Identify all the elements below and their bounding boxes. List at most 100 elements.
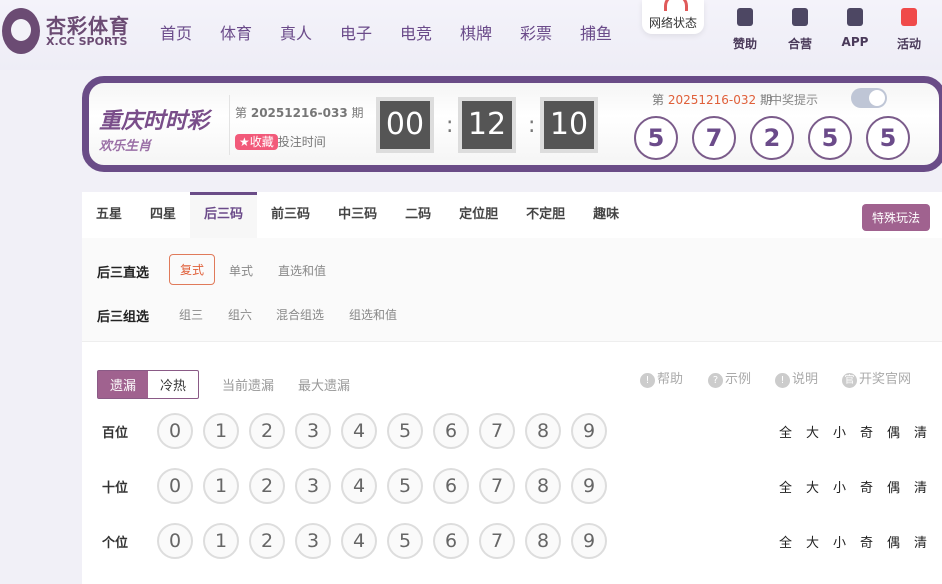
current-miss-option[interactable]: 当前遗漏 bbox=[222, 375, 274, 394]
digit-ball[interactable]: 0 bbox=[157, 413, 193, 449]
digit-ball[interactable]: 7 bbox=[479, 523, 515, 559]
tab-play[interactable]: 四星 bbox=[136, 192, 190, 238]
result-ball: 7 bbox=[692, 116, 736, 160]
info-icon: 官 bbox=[842, 373, 857, 388]
subplay-label: 后三组选 bbox=[97, 310, 150, 325]
digit-ball[interactable]: 8 bbox=[525, 468, 561, 504]
quick-select-1[interactable]: 大 bbox=[806, 422, 819, 441]
digit-ball[interactable]: 9 bbox=[571, 468, 607, 504]
info-icon: ? bbox=[708, 373, 723, 388]
digit-ball[interactable]: 8 bbox=[525, 523, 561, 559]
digit-ball[interactable]: 0 bbox=[157, 523, 193, 559]
countdown-seconds: 10 bbox=[540, 97, 598, 153]
help-link[interactable]: ! 说明 bbox=[775, 368, 818, 388]
tab-hot-cold[interactable]: 冷热 bbox=[148, 371, 198, 398]
tab-play[interactable]: 五星 bbox=[82, 192, 136, 238]
row-label: 百位 bbox=[102, 426, 129, 441]
digit-ball[interactable]: 0 bbox=[157, 468, 193, 504]
current-issue: 第 20251216-033 期 bbox=[235, 106, 364, 120]
nav-item[interactable]: 电竞 bbox=[400, 20, 460, 44]
quick-select-3[interactable]: 奇 bbox=[860, 477, 873, 496]
tab-play[interactable]: 二码 bbox=[391, 192, 445, 238]
nav-item[interactable]: 棋牌 bbox=[460, 20, 520, 44]
help-link[interactable]: ? 示例 bbox=[708, 368, 751, 388]
digit-ball[interactable]: 2 bbox=[249, 523, 285, 559]
brand-logo[interactable] bbox=[2, 8, 40, 54]
quick-select-0[interactable]: 全 bbox=[779, 477, 792, 496]
colon: : bbox=[446, 113, 454, 138]
digit-ball[interactable]: 4 bbox=[341, 523, 377, 559]
subplay-option[interactable]: 复式 bbox=[169, 254, 216, 285]
handshake-icon bbox=[792, 8, 808, 26]
quick-select-5[interactable]: 清 bbox=[914, 422, 927, 441]
nav-item[interactable]: 首页 bbox=[160, 20, 220, 44]
tool-3[interactable]: 活动 bbox=[884, 8, 934, 52]
subplay-option[interactable]: 混合组选 bbox=[276, 306, 324, 323]
digit-ball[interactable]: 6 bbox=[433, 468, 469, 504]
win-tip-toggle[interactable] bbox=[851, 88, 887, 108]
help-link[interactable]: ! 帮助 bbox=[640, 368, 683, 388]
digit-ball[interactable]: 2 bbox=[249, 468, 285, 504]
digit-ball[interactable]: 5 bbox=[387, 413, 423, 449]
digit-ball[interactable]: 1 bbox=[203, 523, 239, 559]
digit-ball[interactable]: 9 bbox=[571, 413, 607, 449]
help-link[interactable]: 官开奖官网 bbox=[842, 368, 911, 388]
quick-select-2[interactable]: 小 bbox=[833, 422, 846, 441]
quick-select-4[interactable]: 偶 bbox=[887, 532, 900, 551]
quick-select-2[interactable]: 小 bbox=[833, 477, 846, 496]
quick-select-4[interactable]: 偶 bbox=[887, 477, 900, 496]
quick-select-4[interactable]: 偶 bbox=[887, 422, 900, 441]
quick-select-0[interactable]: 全 bbox=[779, 422, 792, 441]
nav-item[interactable]: 彩票 bbox=[520, 20, 580, 44]
subplay-option[interactable]: 组三 bbox=[179, 306, 203, 323]
quick-select-3[interactable]: 奇 bbox=[860, 532, 873, 551]
favorite-button[interactable]: ★收藏 bbox=[235, 134, 278, 150]
tab-play[interactable]: 后三码 bbox=[190, 192, 258, 238]
subplay-option[interactable]: 直选和值 bbox=[278, 262, 326, 279]
nav-item[interactable]: 真人 bbox=[280, 20, 340, 44]
nav-item[interactable]: 电子 bbox=[340, 20, 400, 44]
subplay-option[interactable]: 组六 bbox=[228, 306, 252, 323]
digit-ball[interactable]: 5 bbox=[387, 523, 423, 559]
tab-play[interactable]: 定位胆 bbox=[445, 192, 512, 238]
special-play-button[interactable]: 特殊玩法 bbox=[862, 204, 931, 231]
tab-play[interactable]: 中三码 bbox=[324, 192, 391, 238]
quick-select-3[interactable]: 奇 bbox=[860, 422, 873, 441]
digit-ball[interactable]: 3 bbox=[295, 468, 331, 504]
digit-ball[interactable]: 8 bbox=[525, 413, 561, 449]
tab-missing[interactable]: 遗漏 bbox=[98, 371, 149, 398]
tab-play[interactable]: 前三码 bbox=[257, 192, 324, 238]
tab-play[interactable]: 趣味 bbox=[579, 192, 633, 238]
digit-ball[interactable]: 5 bbox=[387, 468, 423, 504]
quick-select-5[interactable]: 清 bbox=[914, 477, 927, 496]
digit-ball[interactable]: 6 bbox=[433, 523, 469, 559]
tab-play[interactable]: 不定胆 bbox=[512, 192, 579, 238]
tool-0[interactable]: 赞助 bbox=[720, 8, 770, 52]
digit-ball[interactable]: 6 bbox=[433, 413, 469, 449]
tool-1[interactable]: 合营 bbox=[775, 8, 825, 52]
quick-select-0[interactable]: 全 bbox=[779, 532, 792, 551]
quick-select-1[interactable]: 大 bbox=[806, 532, 819, 551]
digit-ball[interactable]: 2 bbox=[249, 413, 285, 449]
nav-item[interactable]: 体育 bbox=[220, 20, 280, 44]
digit-ball[interactable]: 9 bbox=[571, 523, 607, 559]
subplay-option[interactable]: 单式 bbox=[229, 262, 253, 279]
quick-select-1[interactable]: 大 bbox=[806, 477, 819, 496]
tool-2[interactable]: APP bbox=[830, 8, 880, 49]
max-miss-option[interactable]: 最大遗漏 bbox=[298, 375, 350, 394]
network-status-button[interactable]: 网络状态 bbox=[642, 0, 704, 34]
quick-select-2[interactable]: 小 bbox=[833, 532, 846, 551]
digit-ball[interactable]: 7 bbox=[479, 468, 515, 504]
quick-select-5[interactable]: 清 bbox=[914, 532, 927, 551]
digit-ball[interactable]: 3 bbox=[295, 413, 331, 449]
digit-ball[interactable]: 3 bbox=[295, 523, 331, 559]
digit-ball[interactable]: 7 bbox=[479, 413, 515, 449]
subplay-option[interactable]: 组选和值 bbox=[349, 306, 397, 323]
digit-ball[interactable]: 1 bbox=[203, 413, 239, 449]
info-icon: ! bbox=[775, 373, 790, 388]
digit-ball[interactable]: 4 bbox=[341, 413, 377, 449]
nav-item[interactable]: 捕鱼 bbox=[580, 20, 640, 44]
digit-ball[interactable]: 1 bbox=[203, 468, 239, 504]
digit-ball[interactable]: 4 bbox=[341, 468, 377, 504]
help-label: 开奖官网 bbox=[859, 372, 912, 387]
